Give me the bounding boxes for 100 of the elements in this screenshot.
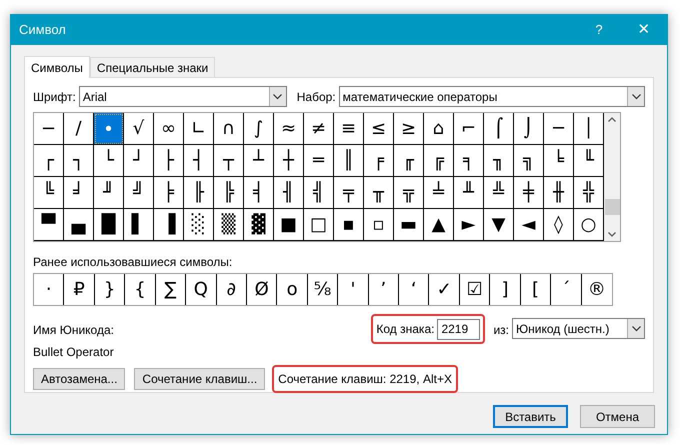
symbol-cell[interactable]: ╤ xyxy=(334,177,364,209)
symbol-cell[interactable]: ▲ xyxy=(424,209,454,241)
symbol-cell[interactable]: ⌂ xyxy=(424,113,454,145)
symbol-cell[interactable]: └ xyxy=(94,145,124,177)
code-type-dropdown[interactable]: Юникод (шестн.) xyxy=(512,318,645,339)
symbol-cell[interactable]: ▪ xyxy=(334,209,364,241)
symbol-cell[interactable]: ╚ xyxy=(34,177,64,209)
symbol-cell[interactable]: ╝ xyxy=(124,177,154,209)
symbol-cell[interactable]: ╖ xyxy=(484,145,514,177)
symbol-cell[interactable]: ┴ xyxy=(244,145,274,177)
symbol-cell[interactable]: ┼ xyxy=(274,145,304,177)
symbol-cell[interactable]: ╧ xyxy=(424,177,454,209)
symbol-cell[interactable]: ╗ xyxy=(514,145,544,177)
symbol-cell[interactable]: ╜ xyxy=(94,177,124,209)
symbol-cell[interactable]: │ xyxy=(574,113,604,145)
symbol-cell[interactable]: ∞ xyxy=(154,113,184,145)
scrollbar[interactable] xyxy=(604,113,620,241)
symbol-cell[interactable]: ▼ xyxy=(484,209,514,241)
symbol-cell[interactable]: ─ xyxy=(544,113,574,145)
scrollbar-thumb[interactable] xyxy=(604,199,620,215)
shortcut-text: Сочетание клавиш: 2219, Alt+X xyxy=(278,371,452,388)
from-label: из: xyxy=(493,322,509,339)
symbol-cell[interactable]: ≠ xyxy=(304,113,334,145)
symbol-cell[interactable]: ╨ xyxy=(454,177,484,209)
symbol-cell[interactable]: ◄ xyxy=(514,209,544,241)
symbol-cell[interactable]: ┬ xyxy=(214,145,244,177)
symbol-cell[interactable]: ▄ xyxy=(64,209,94,241)
symbol-cell[interactable]: ╘ xyxy=(544,145,574,177)
symbol-cell[interactable]: ▫ xyxy=(364,209,394,241)
symbol-cell[interactable]: ╡ xyxy=(244,177,274,209)
symbol-cell[interactable]: ┘ xyxy=(124,145,154,177)
symbol-cell[interactable]: ≡ xyxy=(334,113,364,145)
symbol-cell[interactable]: ╥ xyxy=(364,177,394,209)
symbol-cell[interactable]: ╩ xyxy=(484,177,514,209)
symbol-cell[interactable]: ╫ xyxy=(544,177,574,209)
symbol-cell[interactable]: ═ xyxy=(304,145,334,177)
symbol-cell[interactable]: ╦ xyxy=(394,177,424,209)
symbol-cell[interactable]: ╬ xyxy=(574,177,604,209)
symbol-cell[interactable]: ┐ xyxy=(64,145,94,177)
symbol-cell[interactable]: ╙ xyxy=(574,145,604,177)
subset-label: Набор: xyxy=(296,88,336,106)
cancel-button[interactable]: Отмена xyxy=(580,405,655,428)
tab[interactable]: Специальные знаки xyxy=(90,57,216,77)
subset-dropdown[interactable]: математические операторы xyxy=(338,86,645,107)
symbol-cell[interactable]: ∙ xyxy=(94,113,124,145)
symbol-cell[interactable]: ▓ xyxy=(244,209,274,241)
char-code-field[interactable]: 2219 xyxy=(437,318,480,340)
symbol-cell[interactable]: ╒ xyxy=(364,145,394,177)
chevron-up-icon[interactable] xyxy=(608,117,616,122)
symbol-cell[interactable]: ░ xyxy=(184,209,214,241)
symbol-cell[interactable]: ≈ xyxy=(274,113,304,145)
symbol-cell[interactable]: ╪ xyxy=(514,177,544,209)
symbol-cell[interactable]: ╠ xyxy=(214,177,244,209)
chevron-down-icon xyxy=(632,326,640,332)
unicode-name-label: Имя Юникода: xyxy=(33,322,115,339)
action-button[interactable]: Автозамена... xyxy=(33,368,126,390)
symbol-cell[interactable]: ╟ xyxy=(184,177,214,209)
symbol-cell[interactable]: ┤ xyxy=(184,145,214,177)
tab[interactable]: Символы xyxy=(24,56,90,78)
symbol-cell[interactable]: ╔ xyxy=(424,145,454,177)
window-title: Символ xyxy=(19,21,67,40)
symbol-cell[interactable]: ╢ xyxy=(274,177,304,209)
chevron-down-icon xyxy=(273,94,282,100)
symbol-cell[interactable]: √ xyxy=(124,113,154,145)
action-button[interactable]: Сочетание клавиш... xyxy=(134,368,266,390)
symbol-cell[interactable]: ∕ xyxy=(64,113,94,145)
symbol-cell[interactable]: ▒ xyxy=(214,209,244,241)
symbol-cell[interactable]: ⌠ xyxy=(484,113,514,145)
symbol-cell[interactable]: ├ xyxy=(154,145,184,177)
symbol-cell[interactable]: ╕ xyxy=(454,145,484,177)
symbol-cell[interactable]: ▬ xyxy=(394,209,424,241)
insert-button[interactable]: Вставить xyxy=(493,405,568,428)
symbol-cell[interactable]: ╞ xyxy=(154,177,184,209)
symbol-cell[interactable]: ║ xyxy=(334,145,364,177)
font-label: Шрифт: xyxy=(33,88,76,106)
symbol-cell[interactable]: ▐ xyxy=(154,209,184,241)
symbol-cell[interactable]: ∩ xyxy=(214,113,244,145)
symbol-cell[interactable]: ○ xyxy=(574,209,604,241)
symbol-cell[interactable]: ≤ xyxy=(364,113,394,145)
symbol-cell[interactable]: ∟ xyxy=(184,113,214,145)
symbol-cell[interactable]: ■ xyxy=(274,209,304,241)
symbol-cell[interactable]: ╓ xyxy=(394,145,424,177)
symbol-cell[interactable]: ≥ xyxy=(394,113,424,145)
chevron-down-icon[interactable] xyxy=(608,232,616,237)
symbol-cell[interactable]: □ xyxy=(304,209,334,241)
symbol-cell[interactable]: ∫ xyxy=(244,113,274,145)
symbol-cell[interactable]: ▀ xyxy=(34,209,64,241)
font-dropdown[interactable]: Arial xyxy=(78,86,287,107)
symbol-cell[interactable]: − xyxy=(34,113,64,145)
symbol-cell[interactable]: ► xyxy=(454,209,484,241)
symbol-cell[interactable]: ⌡ xyxy=(514,113,544,145)
symbol-cell[interactable]: ┌ xyxy=(34,145,64,177)
symbol-cell[interactable]: █ xyxy=(94,209,124,241)
symbol-cell[interactable]: ◊ xyxy=(544,209,574,241)
symbol-cell[interactable]: ╣ xyxy=(304,177,334,209)
unicode-name: Bullet Operator xyxy=(33,344,115,361)
symbol-cell[interactable]: ╛ xyxy=(64,177,94,209)
symbol-cell[interactable]: ⌐ xyxy=(454,113,484,145)
symbol-cell[interactable]: ▌ xyxy=(124,209,154,241)
recent-symbol[interactable]: ® xyxy=(582,274,612,305)
